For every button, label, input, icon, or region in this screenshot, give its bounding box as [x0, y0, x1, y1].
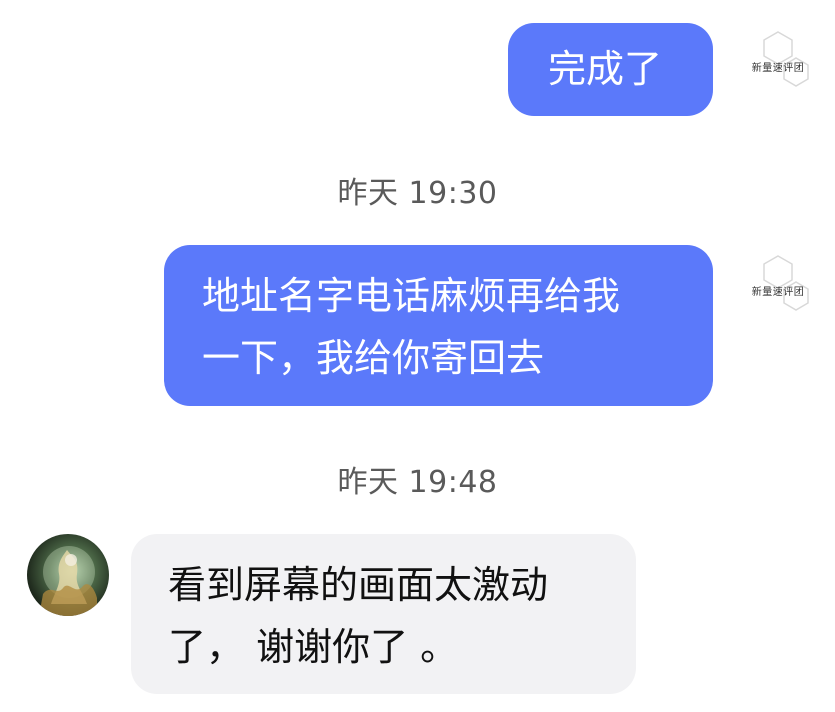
logo-text: 新量速评团 [751, 287, 805, 298]
message-text: 地址名字电话麻烦再给我 一下，我给你寄回去 [202, 274, 621, 380]
sender-avatar-logo[interactable]: 新量速评团 [742, 30, 814, 92]
logo-text: 新量速评团 [751, 63, 805, 74]
message-text: 完成了 [548, 47, 663, 91]
sender-avatar-logo[interactable]: 新量速评团 [742, 254, 814, 316]
contact-avatar[interactable] [27, 534, 109, 616]
timestamp: 昨天 19:30 [337, 176, 498, 211]
outgoing-message-bubble[interactable]: 地址名字电话麻烦再给我 一下，我给你寄回去 [164, 245, 713, 406]
incoming-message-bubble[interactable]: 看到屏幕的画面太激动 了， 谢谢你了 。 [131, 534, 636, 694]
timestamp: 昨天 19:48 [337, 465, 498, 500]
message-text: 看到屏幕的画面太激动 了， 谢谢你了 。 [168, 563, 549, 669]
chat-thread: 完成了 新量速评团 昨天 19:30 地址名字电话麻烦再给我 一下，我给你寄回去… [0, 0, 835, 712]
avatar-image-icon [39, 546, 97, 616]
outgoing-message-bubble[interactable]: 完成了 [508, 23, 713, 116]
